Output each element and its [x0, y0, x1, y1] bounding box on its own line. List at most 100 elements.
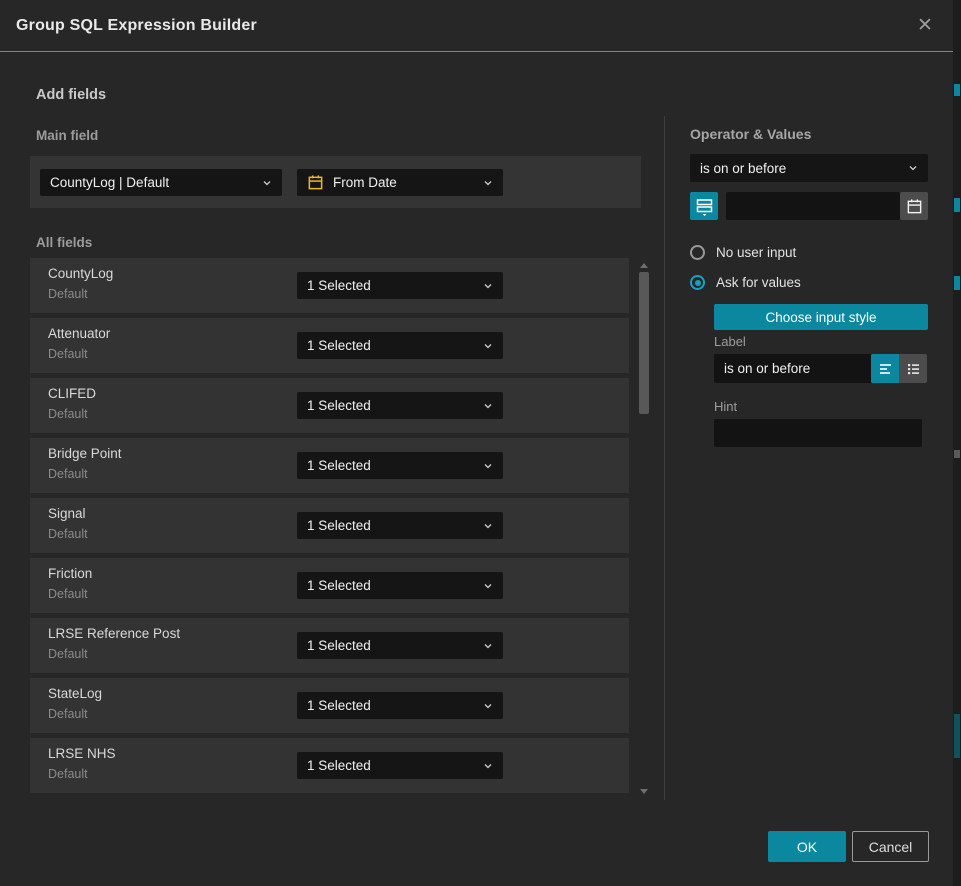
field-row-countylog: CountyLog Default 1 Selected [30, 258, 629, 313]
field-row-friction: Friction Default 1 Selected [30, 558, 629, 613]
field-selection-dropdown[interactable]: 1 Selected [297, 752, 503, 779]
field-selection-value: 1 Selected [307, 458, 477, 473]
field-selection-dropdown[interactable]: 1 Selected [297, 632, 503, 659]
field-sublabel: Default [48, 527, 88, 541]
label-input[interactable] [714, 354, 871, 383]
field-selection-dropdown[interactable]: 1 Selected [297, 512, 503, 539]
field-name: LRSE Reference Post [48, 626, 180, 641]
background-fragment [954, 198, 960, 212]
field-row-bridge-point: Bridge Point Default 1 Selected [30, 438, 629, 493]
chevron-down-icon [483, 761, 493, 771]
chevron-down-icon [262, 178, 272, 188]
panel-divider [664, 116, 665, 800]
field-selection-value: 1 Selected [307, 638, 477, 653]
field-name: Bridge Point [48, 446, 122, 461]
field-selection-value: 1 Selected [307, 578, 477, 593]
field-sublabel: Default [48, 647, 88, 661]
label-field-label: Label [714, 334, 746, 349]
single-input-style-button[interactable] [871, 354, 899, 383]
field-row-attenuator: Attenuator Default 1 Selected [30, 318, 629, 373]
bulleted-list-icon [905, 360, 922, 377]
list-input-style-button[interactable] [899, 354, 927, 383]
main-field-dropdown[interactable]: From Date [297, 169, 503, 196]
main-field-label: Main field [36, 128, 98, 143]
field-selection-dropdown[interactable]: 1 Selected [297, 392, 503, 419]
operator-dropdown[interactable]: is on or before [690, 154, 928, 182]
chevron-down-icon [483, 178, 493, 188]
dialog-title: Group SQL Expression Builder [16, 17, 257, 35]
add-fields-heading: Add fields [36, 87, 106, 103]
field-name: Attenuator [48, 326, 110, 341]
operator-values-heading: Operator & Values [690, 126, 811, 142]
field-sublabel: Default [48, 467, 88, 481]
background-fragment [954, 714, 960, 758]
main-field-panel: CountyLog | Default From Date [30, 156, 641, 208]
field-name: LRSE NHS [48, 746, 116, 761]
scrollbar-down-arrow[interactable] [640, 789, 648, 794]
calendar-icon [906, 198, 923, 215]
main-layer-dropdown-value: CountyLog | Default [50, 175, 256, 190]
radio-label: Ask for values [716, 275, 801, 290]
chevron-down-icon [483, 341, 493, 351]
field-sublabel: Default [48, 347, 88, 361]
chevron-down-icon [483, 281, 493, 291]
field-selection-value: 1 Selected [307, 278, 477, 293]
radio-circle-icon [690, 245, 705, 260]
operator-dropdown-value: is on or before [700, 161, 902, 176]
field-selection-dropdown[interactable]: 1 Selected [297, 332, 503, 359]
all-fields-label: All fields [36, 235, 92, 250]
group-sql-expression-builder-dialog: Group SQL Expression Builder ✕ Add field… [0, 0, 953, 886]
field-selection-dropdown[interactable]: 1 Selected [297, 452, 503, 479]
date-picker-button[interactable] [900, 192, 928, 220]
radio-label: No user input [716, 245, 796, 260]
field-selection-value: 1 Selected [307, 758, 477, 773]
radio-ask-for-values[interactable]: Ask for values [690, 275, 801, 290]
field-name: CLIFED [48, 386, 96, 401]
main-field-dropdown-value: From Date [333, 175, 477, 190]
value-input-type-button[interactable] [690, 192, 718, 220]
scrollbar-up-arrow[interactable] [640, 263, 648, 268]
field-selection-dropdown[interactable]: 1 Selected [297, 572, 503, 599]
background-fragment [954, 84, 960, 96]
close-icon[interactable]: ✕ [913, 14, 937, 38]
field-selection-value: 1 Selected [307, 698, 477, 713]
field-name: StateLog [48, 686, 102, 701]
field-selection-value: 1 Selected [307, 518, 477, 533]
field-sublabel: Default [48, 767, 88, 781]
field-selection-value: 1 Selected [307, 338, 477, 353]
radio-no-user-input[interactable]: No user input [690, 245, 796, 260]
field-name: Signal [48, 506, 86, 521]
field-name: CountyLog [48, 266, 113, 281]
chevron-down-icon [483, 701, 493, 711]
chevron-down-icon [483, 641, 493, 651]
cancel-button[interactable]: Cancel [852, 831, 929, 862]
field-sublabel: Default [48, 587, 88, 601]
background-app-strip [953, 0, 961, 886]
field-selection-dropdown[interactable]: 1 Selected [297, 692, 503, 719]
background-fragment [954, 450, 960, 458]
ok-button[interactable]: OK [768, 831, 846, 862]
date-value-input[interactable] [726, 192, 900, 220]
field-row-clifed: CLIFED Default 1 Selected [30, 378, 629, 433]
field-row-signal: Signal Default 1 Selected [30, 498, 629, 553]
dialog-titlebar: Group SQL Expression Builder ✕ [0, 0, 953, 52]
field-selection-dropdown[interactable]: 1 Selected [297, 272, 503, 299]
hint-input[interactable] [714, 419, 922, 447]
chevron-down-icon [483, 461, 493, 471]
chevron-down-icon [483, 521, 493, 531]
field-selection-value: 1 Selected [307, 398, 477, 413]
chevron-down-icon [483, 581, 493, 591]
choose-input-style-button[interactable]: Choose input style [714, 304, 928, 330]
background-fragment [954, 276, 960, 290]
field-row-lrse-reference-post: LRSE Reference Post Default 1 Selected [30, 618, 629, 673]
hint-field-label: Hint [714, 399, 737, 414]
radio-circle-icon [690, 275, 705, 290]
field-sublabel: Default [48, 287, 88, 301]
field-name: Friction [48, 566, 92, 581]
stacked-values-icon [695, 197, 714, 216]
scrollbar-thumb[interactable] [639, 272, 649, 414]
main-layer-dropdown[interactable]: CountyLog | Default [40, 169, 282, 196]
chevron-down-icon [908, 163, 918, 173]
field-sublabel: Default [48, 407, 88, 421]
chevron-down-icon [483, 401, 493, 411]
